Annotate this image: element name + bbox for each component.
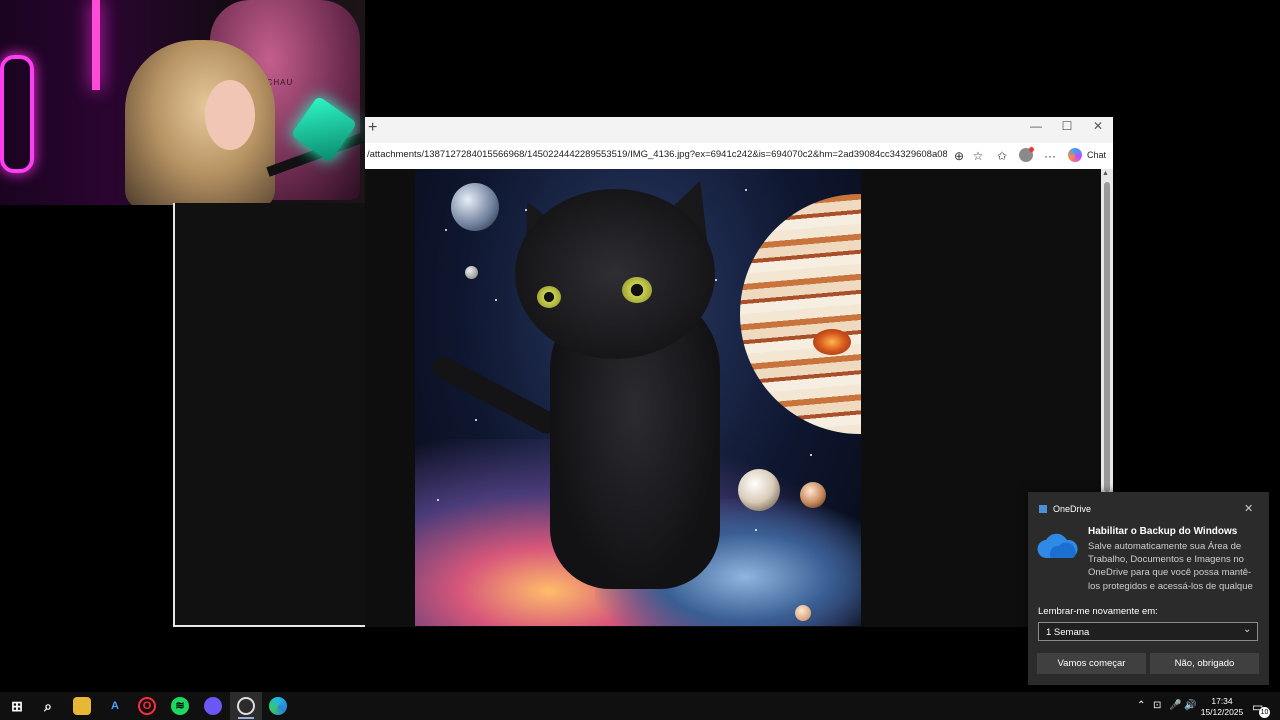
webcam-overlay: PICHAU (0, 0, 365, 205)
neon-light-strip (92, 0, 100, 90)
new-tab-button[interactable]: + (368, 119, 377, 137)
profile-notification-dot (1029, 147, 1034, 152)
star (715, 279, 717, 281)
file-explorer-icon[interactable] (73, 697, 91, 715)
edge-icon[interactable] (269, 697, 287, 715)
star (475, 419, 477, 421)
notification-body: Salve automaticamente sua Área de Trabal… (1088, 541, 1253, 592)
star (437, 499, 439, 501)
microphone-icon[interactable]: 🎤 (1169, 700, 1181, 711)
start-button[interactable]: Vamos começar (1037, 653, 1146, 674)
search-icon[interactable]: ⌕ (39, 697, 57, 715)
notification-title: Habilitar o Backup do Windows (1088, 526, 1238, 537)
planet-jupiter (740, 194, 861, 434)
scroll-up-icon[interactable]: ▲ (1102, 170, 1109, 177)
minimize-button[interactable]: — (1026, 119, 1046, 133)
close-button[interactable]: ✕ (1088, 119, 1108, 133)
star (745, 189, 747, 191)
chevron-down-icon: ⌄ (1243, 624, 1252, 635)
notification-close-button[interactable]: ✕ (1244, 502, 1253, 515)
windows-start-icon[interactable]: ⊞ (8, 697, 26, 715)
favorites-icon[interactable]: ✩ (994, 148, 1010, 164)
notification-count-badge: 10 (1259, 707, 1270, 718)
cat-tail (428, 352, 562, 438)
obs-icon[interactable] (237, 697, 255, 715)
decline-button[interactable]: Não, obrigado (1150, 653, 1259, 674)
planet-moon (451, 183, 499, 231)
onedrive-app-icon (1039, 505, 1047, 513)
more-icon[interactable]: ··· (1042, 148, 1058, 164)
chat-button[interactable]: Chat (1087, 150, 1106, 160)
cat-space-image (415, 169, 861, 626)
spotify-icon[interactable]: ≋ (171, 697, 189, 715)
volume-icon[interactable]: 🔊 (1184, 700, 1196, 711)
remind-interval-value: 1 Semana (1046, 627, 1090, 638)
copilot-icon[interactable] (1068, 148, 1082, 162)
clock-date[interactable]: 15/12/2025 (1200, 707, 1244, 717)
cat-eye-right (622, 277, 652, 303)
zoom-icon[interactable]: ⊕ (951, 148, 967, 164)
planet-tiny (795, 605, 811, 621)
browser-titlebar (365, 117, 1113, 143)
chevron-up-icon[interactable]: ⌃ (1137, 700, 1145, 711)
cat-head (515, 189, 715, 359)
notification-app-name: OneDrive (1053, 504, 1092, 514)
neon-light-left (0, 55, 34, 173)
clock-time[interactable]: 17:34 (1203, 696, 1241, 706)
opera-gx-icon[interactable]: O (138, 697, 156, 715)
favorite-star-icon[interactable]: ☆ (970, 148, 986, 164)
app-a-icon[interactable]: A (106, 697, 124, 715)
address-bar[interactable]: /attachments/1387127284015566968/1450224… (367, 149, 947, 160)
maximize-button[interactable]: ☐ (1057, 119, 1077, 133)
star (755, 529, 757, 531)
remind-label: Lembrar-me novamente em: (1038, 606, 1158, 617)
taskbar (0, 692, 1280, 720)
onedrive-cloud-icon (1037, 533, 1078, 559)
star (810, 454, 812, 456)
cat-eye-left (537, 286, 561, 308)
active-app-indicator (238, 717, 254, 719)
streamer-face (205, 80, 255, 150)
planet-orange (800, 482, 826, 508)
network-icon[interactable]: ⊡ (1153, 700, 1161, 711)
planet-pale (738, 469, 780, 511)
star (495, 299, 497, 301)
star (445, 229, 447, 231)
scrollbar-thumb[interactable] (1104, 182, 1110, 492)
great-red-spot (813, 329, 851, 355)
planet-small (465, 266, 478, 279)
discord-icon[interactable] (204, 697, 222, 715)
